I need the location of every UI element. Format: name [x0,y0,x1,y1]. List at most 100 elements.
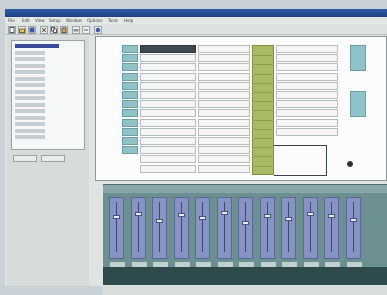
fader-handle[interactable] [134,211,142,216]
channel-cell[interactable] [198,81,250,90]
tree-item[interactable] [15,63,45,68]
tree-item[interactable] [15,50,45,55]
output-block[interactable] [350,91,366,117]
channel-cell[interactable] [140,164,196,173]
channel-cell[interactable] [198,127,250,136]
channel-cell[interactable] [140,127,196,136]
output-cell[interactable] [276,63,338,72]
project-tree[interactable] [11,40,85,150]
input-block[interactable] [122,45,138,53]
channel-cell[interactable] [198,109,250,118]
output-cell[interactable] [276,100,338,109]
fader-handle[interactable] [328,214,335,219]
menu-setup[interactable]: Setup [49,18,61,23]
mix-matrix-column[interactable] [252,45,274,175]
tree-item[interactable] [15,102,45,107]
channel-cell[interactable] [140,63,196,72]
channel-cell[interactable] [140,137,196,145]
menu-help[interactable]: Help [124,18,133,23]
tree-item[interactable] [15,122,45,126]
channel-cell[interactable] [198,100,250,109]
input-block[interactable] [122,118,138,127]
channel-cell[interactable] [198,164,250,173]
channel-cell[interactable] [198,54,250,63]
tree-item[interactable] [15,70,45,74]
menu-options[interactable]: Options [87,18,102,23]
channel-cell[interactable] [198,155,250,164]
menu-window[interactable]: Window [66,18,82,23]
fader-handle[interactable] [306,211,314,216]
input-block[interactable] [122,91,138,99]
menu-edit[interactable]: Edit [22,18,30,23]
menu-file[interactable]: File [8,18,15,23]
channel-strip[interactable] [324,197,340,267]
output-cell[interactable] [276,109,338,118]
tree-item[interactable] [15,128,45,133]
fader-handle[interactable] [113,215,120,220]
output-cell[interactable] [276,81,338,90]
output-cell[interactable] [276,72,338,81]
channel-strip[interactable] [238,197,254,267]
tree-item[interactable] [15,83,45,87]
channel-cell[interactable] [198,146,250,155]
channel-strip[interactable] [345,197,362,267]
input-block[interactable] [122,137,138,145]
output-cell[interactable] [276,45,338,53]
input-block[interactable] [122,127,138,136]
fader-handle[interactable] [349,218,357,223]
output-block[interactable] [350,45,366,71]
channel-strip[interactable] [195,197,211,267]
panel-button-1[interactable] [13,155,37,162]
undo-icon[interactable] [82,26,90,34]
output-cell[interactable] [276,54,338,63]
panel-button-2[interactable] [41,155,65,162]
fader-handle[interactable] [220,210,228,215]
tree-item[interactable] [15,89,45,94]
channel-strip[interactable] [173,197,190,267]
tree-item[interactable] [15,76,45,81]
channel-cell[interactable] [140,91,196,99]
new-icon[interactable] [8,26,16,34]
channel-strip[interactable] [130,197,147,267]
channel-cell[interactable] [198,137,250,145]
tree-item[interactable] [15,57,45,61]
channel-cell[interactable] [140,54,196,63]
tree-item[interactable] [15,109,45,113]
channel-cell[interactable] [140,72,196,81]
channel-strip[interactable] [302,197,319,267]
channel-cell[interactable] [140,81,196,90]
channel-strip[interactable] [152,197,168,267]
output-cell[interactable] [276,118,338,127]
save-icon[interactable] [28,26,36,34]
input-block[interactable] [122,146,138,155]
channel-strip[interactable] [281,197,297,267]
fader-handle[interactable] [177,212,185,217]
tree-item[interactable] [15,115,45,120]
channel-cell[interactable] [198,91,250,99]
copy-icon[interactable] [50,26,58,34]
input-block[interactable] [122,63,138,72]
input-block[interactable] [122,109,138,118]
channel-strip[interactable] [216,197,233,267]
tree-item[interactable] [15,135,45,139]
fader-handle[interactable] [285,217,292,222]
channel-cell[interactable] [140,155,196,164]
tree-item[interactable] [15,44,59,48]
channel-cell[interactable] [140,146,196,155]
input-block[interactable] [122,72,138,81]
channel-cell[interactable] [140,109,196,118]
cut-icon[interactable] [40,26,48,34]
open-icon[interactable] [18,26,26,34]
paste-icon[interactable] [60,26,68,34]
print-icon[interactable] [72,26,80,34]
help-icon[interactable] [94,26,102,34]
input-block[interactable] [122,100,138,109]
channel-cell[interactable] [140,118,196,127]
output-cell[interactable] [276,127,338,136]
channel-strip[interactable] [109,197,125,267]
menu-tools[interactable]: Tools [108,18,118,23]
fader-handle[interactable] [156,218,163,223]
menu-view[interactable]: View [35,18,45,23]
channel-cell[interactable] [140,45,196,53]
fader-handle[interactable] [199,216,206,221]
